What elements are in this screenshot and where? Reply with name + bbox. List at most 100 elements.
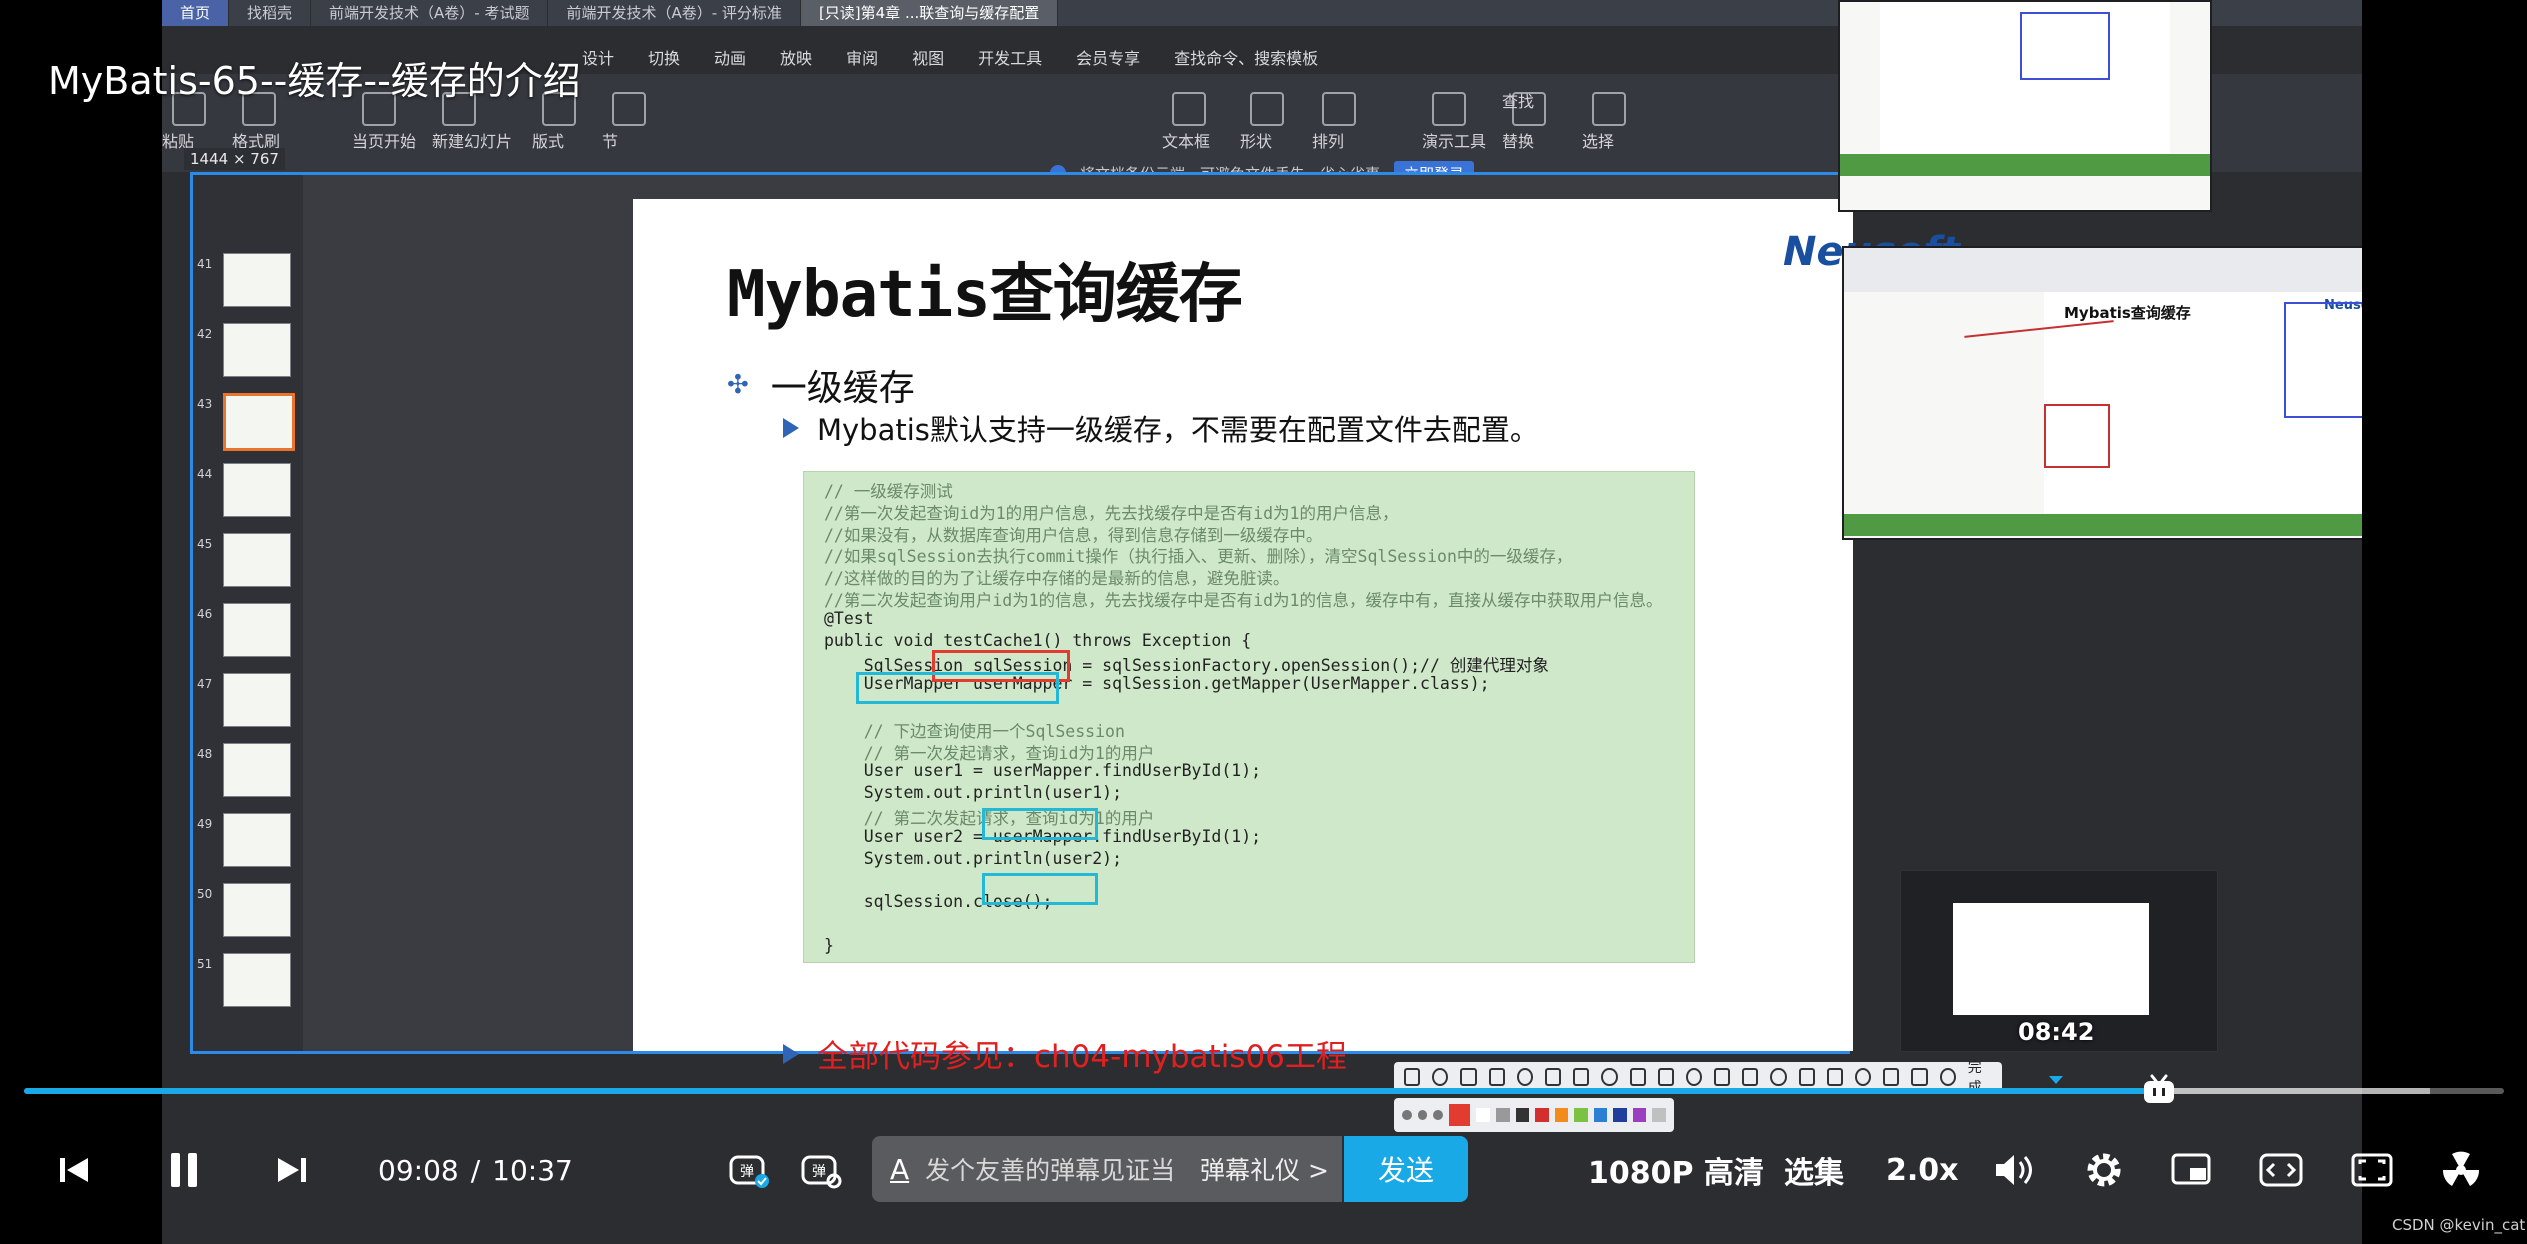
ribbon-tool-icon (612, 92, 646, 126)
seek-preview-frame (1953, 903, 2149, 1015)
annotation-tool-icon (1657, 1068, 1674, 1086)
color-swatch (1417, 1110, 1428, 1120)
annotation-color-palette (1394, 1098, 1674, 1132)
color-swatch (1632, 1108, 1647, 1122)
ribbon-tool-label: 版式 (532, 132, 565, 151)
bullet-level2: Mybatis默认支持一级缓存，不需要在配置文件去配置。 (783, 407, 1539, 449)
progress-thumb-tv-icon[interactable] (2141, 1074, 2177, 1106)
recording-thumbnail-1 (1838, 0, 2212, 212)
code-line: // 一级缓存测试 (824, 482, 953, 501)
mini-slide-title: Mybatis查询缓存 (2064, 304, 2191, 322)
thumb-number: 43 (197, 397, 213, 411)
web-fullscreen-icon (2351, 1153, 2393, 1187)
prev-button[interactable] (56, 1130, 92, 1210)
annotation-tool-icon (1855, 1068, 1872, 1086)
quality-selector[interactable]: 1080P 高清 (1588, 1130, 1764, 1210)
annotation-tool-icon (1742, 1068, 1759, 1086)
thumb-number: 50 (197, 887, 213, 901)
speed-selector[interactable]: 2.0x (1886, 1130, 1959, 1210)
color-swatch (1476, 1108, 1490, 1122)
annotation-rect (2044, 404, 2110, 468)
slide-thumbnail (223, 463, 291, 517)
color-swatch (1554, 1108, 1569, 1122)
wps-tab: 首页 (162, 0, 230, 26)
seek-marker-icon (2049, 1076, 2063, 1084)
wps-menu-item: 切换 (648, 49, 681, 68)
pip-icon (2171, 1153, 2211, 1185)
annotation-tool-icon (1573, 1068, 1590, 1086)
wps-menu-item: 开发工具 (978, 49, 1043, 68)
thumb-number: 42 (197, 327, 213, 341)
ribbon-tool-icon (1592, 92, 1626, 126)
danmaku-settings[interactable]: 弹 (800, 1130, 842, 1210)
annotation-tool-icon (1798, 1068, 1815, 1086)
episodes-button[interactable]: 选集 (1784, 1130, 1844, 1210)
widescreen-icon (2259, 1153, 2303, 1187)
slide-thumbnail (223, 953, 291, 1007)
mini-footer-strip (1844, 514, 2362, 536)
ribbon-tool-label: 排列 (1312, 132, 1345, 151)
ribbon-tool-icon (1432, 92, 1466, 126)
slide-title: Mybatis查询缓存 (727, 258, 1243, 332)
next-button[interactable] (274, 1130, 310, 1210)
danmaku-settings-icon: 弹 (801, 1155, 842, 1189)
color-swatch (1613, 1108, 1627, 1122)
settings-button[interactable] (2082, 1130, 2126, 1210)
color-swatch (1652, 1108, 1666, 1122)
annotation-rect (2020, 12, 2110, 80)
time-display: 09:08 / 10:37 (378, 1130, 573, 1210)
ribbon-tool-label: 节 (602, 132, 619, 151)
code-line: } (824, 935, 834, 955)
ribbon-tool-label: 文本框 (1162, 132, 1211, 151)
thumb-number: 49 (197, 817, 213, 831)
danmaku-etiquette-link[interactable]: 弹幕礼仪 > (1200, 1136, 1329, 1202)
pause-button[interactable] (166, 1130, 202, 1210)
code-line: // 下边查询使用一个SqlSession (824, 721, 1125, 741)
volume-button[interactable] (1992, 1130, 2036, 1210)
wps-menu-item: 视图 (912, 49, 945, 68)
danmaku-toggle[interactable]: 弹 (728, 1130, 770, 1210)
wps-tab: 前端开发技术（A卷）- 评分标准 (548, 0, 801, 26)
widescreen-button[interactable] (2258, 1130, 2304, 1210)
ribbon-tool-label: 选择 (1582, 132, 1615, 151)
annotation-rect (2284, 302, 2362, 418)
thumb-number: 41 (197, 257, 213, 271)
annotation-tool-icon (1601, 1068, 1618, 1086)
slide-thumbnail (223, 813, 291, 867)
annotation-tool-icon (1911, 1068, 1928, 1086)
color-swatch (1535, 1108, 1549, 1122)
slide-thumbnail (223, 393, 295, 451)
thumb-number: 48 (197, 747, 213, 761)
code-block: // 一级缓存测试 //第一次发起查询id为1的用户信息，先去找缓存中是否有id为… (803, 471, 1695, 963)
text-style-icon[interactable]: A (890, 1153, 909, 1186)
bullet-text: 一级缓存 (770, 368, 915, 409)
annotation-tool-icon (1939, 1068, 1956, 1086)
mini-footer-strip (1840, 154, 2210, 176)
slide-thumbnail (223, 253, 291, 307)
fullscreen-button[interactable] (2438, 1130, 2484, 1210)
bullet-code-reference: 全部代码参见：ch04-mybatis06工程 (783, 1031, 1347, 1076)
picture-in-picture-button[interactable] (2170, 1130, 2214, 1210)
progress-buffered (2159, 1088, 2430, 1094)
code-line: //第一次发起查询id为1的用户信息，先去找缓存中是否有id为1的用户信息， (824, 503, 1399, 523)
ribbon-tool-icon (1250, 92, 1284, 126)
gear-icon (2087, 1153, 2121, 1187)
ribbon-tool-icon (1172, 92, 1206, 126)
web-fullscreen-button[interactable] (2350, 1130, 2394, 1210)
seek-preview-time: 08:42 (2018, 1018, 2095, 1046)
bullet-level1: ✣ 一级缓存 (727, 359, 915, 411)
wps-menu-item: 会员专享 (1076, 49, 1141, 68)
annotation-tool-icon (1685, 1068, 1703, 1086)
slide-thumbnail-panel: 41 42 43 44 45 46 47 48 49 50 51 (193, 175, 303, 1051)
bullet-triangle-icon (783, 1043, 799, 1064)
send-danmaku-button[interactable]: 发送 (1344, 1136, 1468, 1202)
thumb-number: 44 (197, 467, 213, 481)
danmaku-placeholder: 发个友善的弹幕见证当下 (925, 1156, 1176, 1185)
bullet-cross-icon: ✣ (727, 370, 749, 400)
video-title: MyBatis-65--缓存--缓存的介绍 (48, 59, 581, 103)
wps-menu-item: 审阅 (846, 49, 879, 68)
annotation-tool-icon (1714, 1068, 1731, 1086)
code-line: public void testCache1() throws Exceptio… (824, 630, 1252, 650)
capture-selection: 41 42 43 44 45 46 47 48 49 50 51 Mybatis查询缓存 Neuso… (190, 172, 1960, 1075)
wps-tab: [只读]第4章 ...联查询与缓存配置 (800, 0, 1059, 26)
